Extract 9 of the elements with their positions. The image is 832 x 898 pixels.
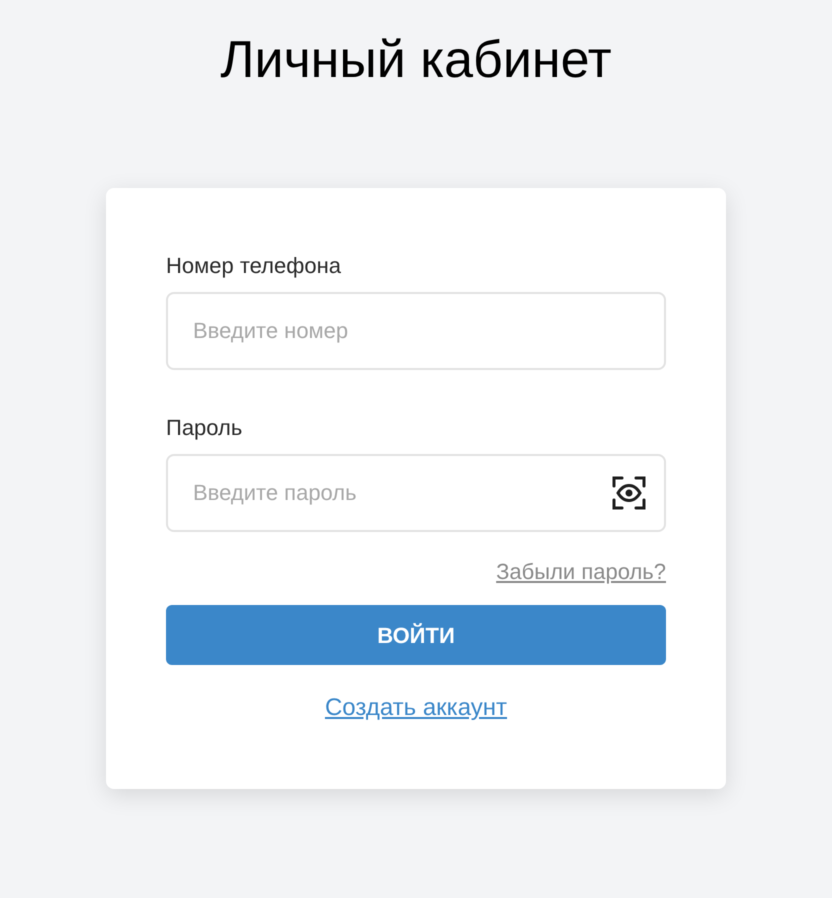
field-label: Номер телефона [166, 252, 342, 280]
password-field[interactable]: Введите пароль [166, 454, 666, 532]
show-password-icon[interactable] [612, 476, 646, 510]
phone-field[interactable]: Введите номер [166, 292, 666, 370]
login-button[interactable]: ВОЙТИ [166, 605, 666, 665]
page-title: Личный кабинет [220, 30, 612, 91]
forgot-password-link[interactable]: Забыли пароль? [496, 558, 666, 586]
field-label: Пароль [166, 414, 244, 442]
create-account-link[interactable]: Создать аккаунт [324, 693, 508, 723]
